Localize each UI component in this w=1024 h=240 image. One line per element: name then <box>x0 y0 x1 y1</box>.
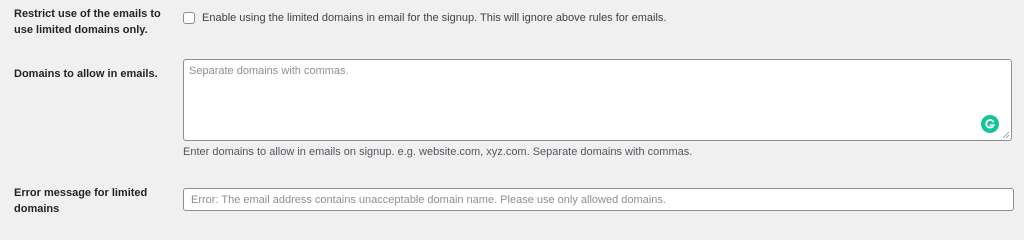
error-message-label-line2: domains <box>14 203 60 215</box>
grammarly-icon[interactable] <box>981 115 999 133</box>
allowed-domains-help: Enter domains to allow in emails on sign… <box>183 146 693 158</box>
allowed-domains-placeholder: Separate domains with commas. <box>189 65 349 77</box>
restrict-domains-label-line1: Restrict use of the emails to <box>14 8 161 20</box>
restrict-domains-label-line2: use limited domains only. <box>14 24 148 36</box>
restrict-domains-label: Restrict use of the emails to use limite… <box>14 6 164 38</box>
error-message-label-line1: Error message for limited <box>14 187 148 199</box>
resize-handle-icon[interactable] <box>1002 131 1010 139</box>
allowed-domains-label: Domains to allow in emails. <box>14 68 158 80</box>
error-message-input[interactable]: Error: The email address contains unacce… <box>183 188 1014 211</box>
restrict-domains-checkbox-label[interactable]: Enable using the limited domains in emai… <box>202 11 666 25</box>
restrict-domains-checkbox[interactable] <box>183 12 195 24</box>
error-message-placeholder: Error: The email address contains unacce… <box>191 194 666 206</box>
error-message-label: Error message for limited domains <box>14 185 164 217</box>
allowed-domains-textarea[interactable]: Separate domains with commas. <box>183 59 1012 141</box>
